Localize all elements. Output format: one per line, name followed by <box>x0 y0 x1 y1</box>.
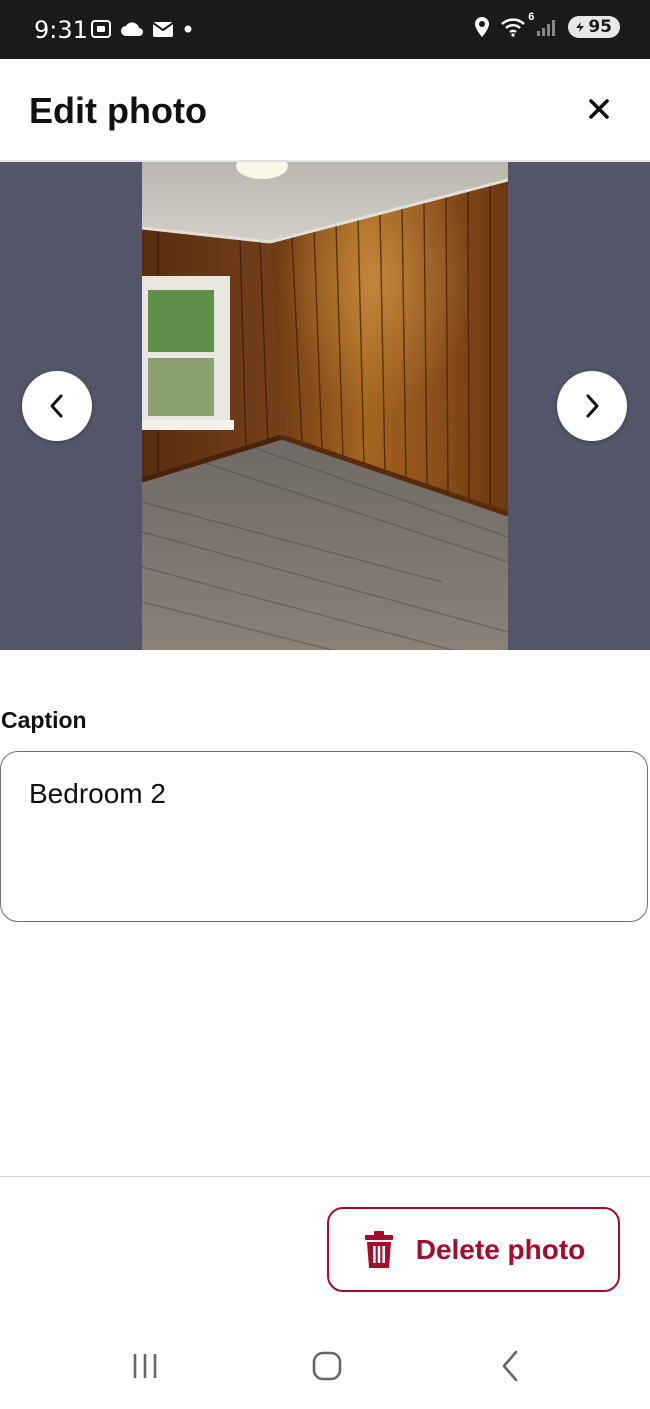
system-nav-bar <box>0 1320 650 1409</box>
footer-divider <box>0 1176 650 1177</box>
delete-photo-label: Delete photo <box>415 1233 586 1265</box>
signal-icon <box>537 20 556 36</box>
trash-icon <box>364 1230 393 1268</box>
caption-input[interactable] <box>0 751 648 922</box>
previous-photo-button[interactable] <box>22 371 92 441</box>
screenshot-icon <box>91 20 111 38</box>
home-button[interactable] <box>307 1346 347 1386</box>
back-button[interactable] <box>490 1346 530 1386</box>
delete-photo-button[interactable]: Delete photo <box>327 1207 620 1292</box>
room-image <box>142 162 508 650</box>
caption-label: Caption <box>1 707 87 733</box>
chevron-right-icon <box>586 394 599 418</box>
status-icons-left <box>90 18 194 40</box>
recent-apps-icon <box>133 1354 157 1378</box>
room-photo <box>142 162 508 650</box>
close-icon <box>589 99 609 119</box>
battery-icon <box>576 22 585 32</box>
chevron-left-icon <box>50 394 63 418</box>
status-bar: 9:31 6 95 <box>0 0 650 59</box>
mail-icon <box>152 21 174 37</box>
recent-apps-button[interactable] <box>125 1346 165 1386</box>
status-time: 9:31 <box>34 16 88 44</box>
header: Edit photo <box>0 59 650 162</box>
page-title: Edit photo <box>29 90 207 131</box>
photo-viewer <box>0 162 650 650</box>
next-photo-button[interactable] <box>557 371 627 441</box>
wifi-icon <box>501 18 526 37</box>
cloud-icon <box>121 22 143 36</box>
wifi-indicator: 6 <box>500 11 534 37</box>
close-button[interactable] <box>582 92 616 126</box>
location-icon <box>475 17 490 37</box>
back-icon <box>502 1350 518 1382</box>
battery-level: 95 <box>588 17 612 37</box>
dot-icon <box>184 25 192 33</box>
wifi-label: 6 <box>528 11 535 23</box>
home-icon <box>312 1351 342 1381</box>
status-icons-right: 6 95 <box>474 11 620 38</box>
battery-indicator: 95 <box>568 16 620 38</box>
